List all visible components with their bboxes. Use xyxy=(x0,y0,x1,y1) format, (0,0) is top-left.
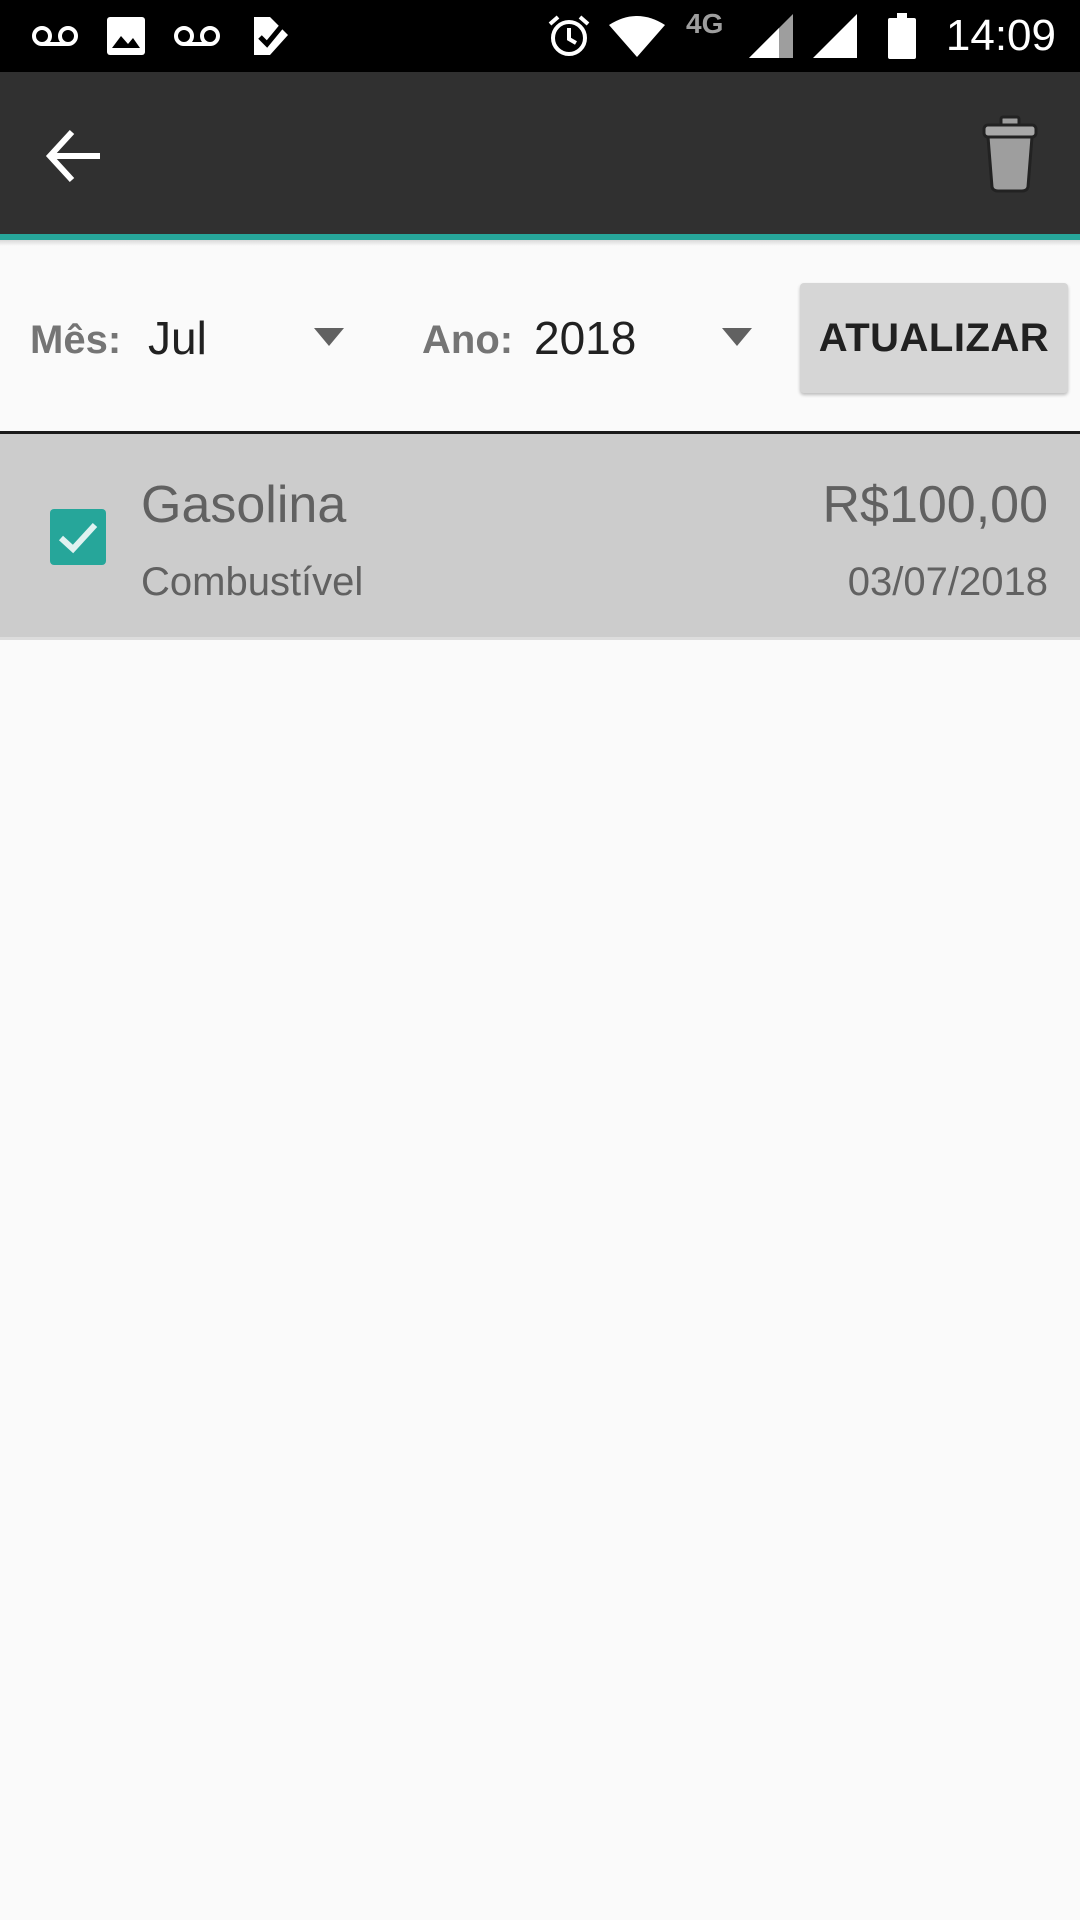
delete-button[interactable] xyxy=(980,115,1040,193)
task-check-icon xyxy=(248,14,294,58)
year-value[interactable]: 2018 xyxy=(534,310,636,366)
status-time: 14:09 xyxy=(945,11,1056,60)
year-label: Ano: xyxy=(422,318,514,362)
item-category: Combustível xyxy=(141,560,364,604)
item-checkbox[interactable] xyxy=(50,509,106,565)
year-dropdown-arrow-icon[interactable] xyxy=(722,328,752,346)
back-button[interactable] xyxy=(44,126,110,186)
list-item[interactable] xyxy=(0,434,1080,640)
update-button[interactable]: ATUALIZAR xyxy=(800,283,1068,393)
image-icon xyxy=(104,14,148,58)
month-value[interactable]: Jul xyxy=(148,310,207,366)
battery-icon xyxy=(886,13,918,59)
signal-icon xyxy=(748,14,794,58)
item-name: Gasolina xyxy=(141,476,347,534)
voicemail-icon xyxy=(170,14,224,58)
item-value: R$100,00 xyxy=(822,476,1048,534)
signal-icon xyxy=(812,14,858,58)
month-label: Mês: xyxy=(30,318,122,362)
item-date: 03/07/2018 xyxy=(847,560,1048,604)
status-bar: 4G 14:09 xyxy=(0,0,1080,72)
voicemail-icon xyxy=(28,14,82,58)
network-type: 4G xyxy=(686,8,724,39)
toolbar xyxy=(0,72,1080,234)
arrow-left-icon xyxy=(44,129,104,190)
checkmark-icon xyxy=(50,522,106,569)
month-dropdown-arrow-icon[interactable] xyxy=(314,328,344,346)
alarm-icon xyxy=(546,14,592,58)
wifi-icon xyxy=(608,14,666,58)
trash-icon xyxy=(980,115,1040,197)
